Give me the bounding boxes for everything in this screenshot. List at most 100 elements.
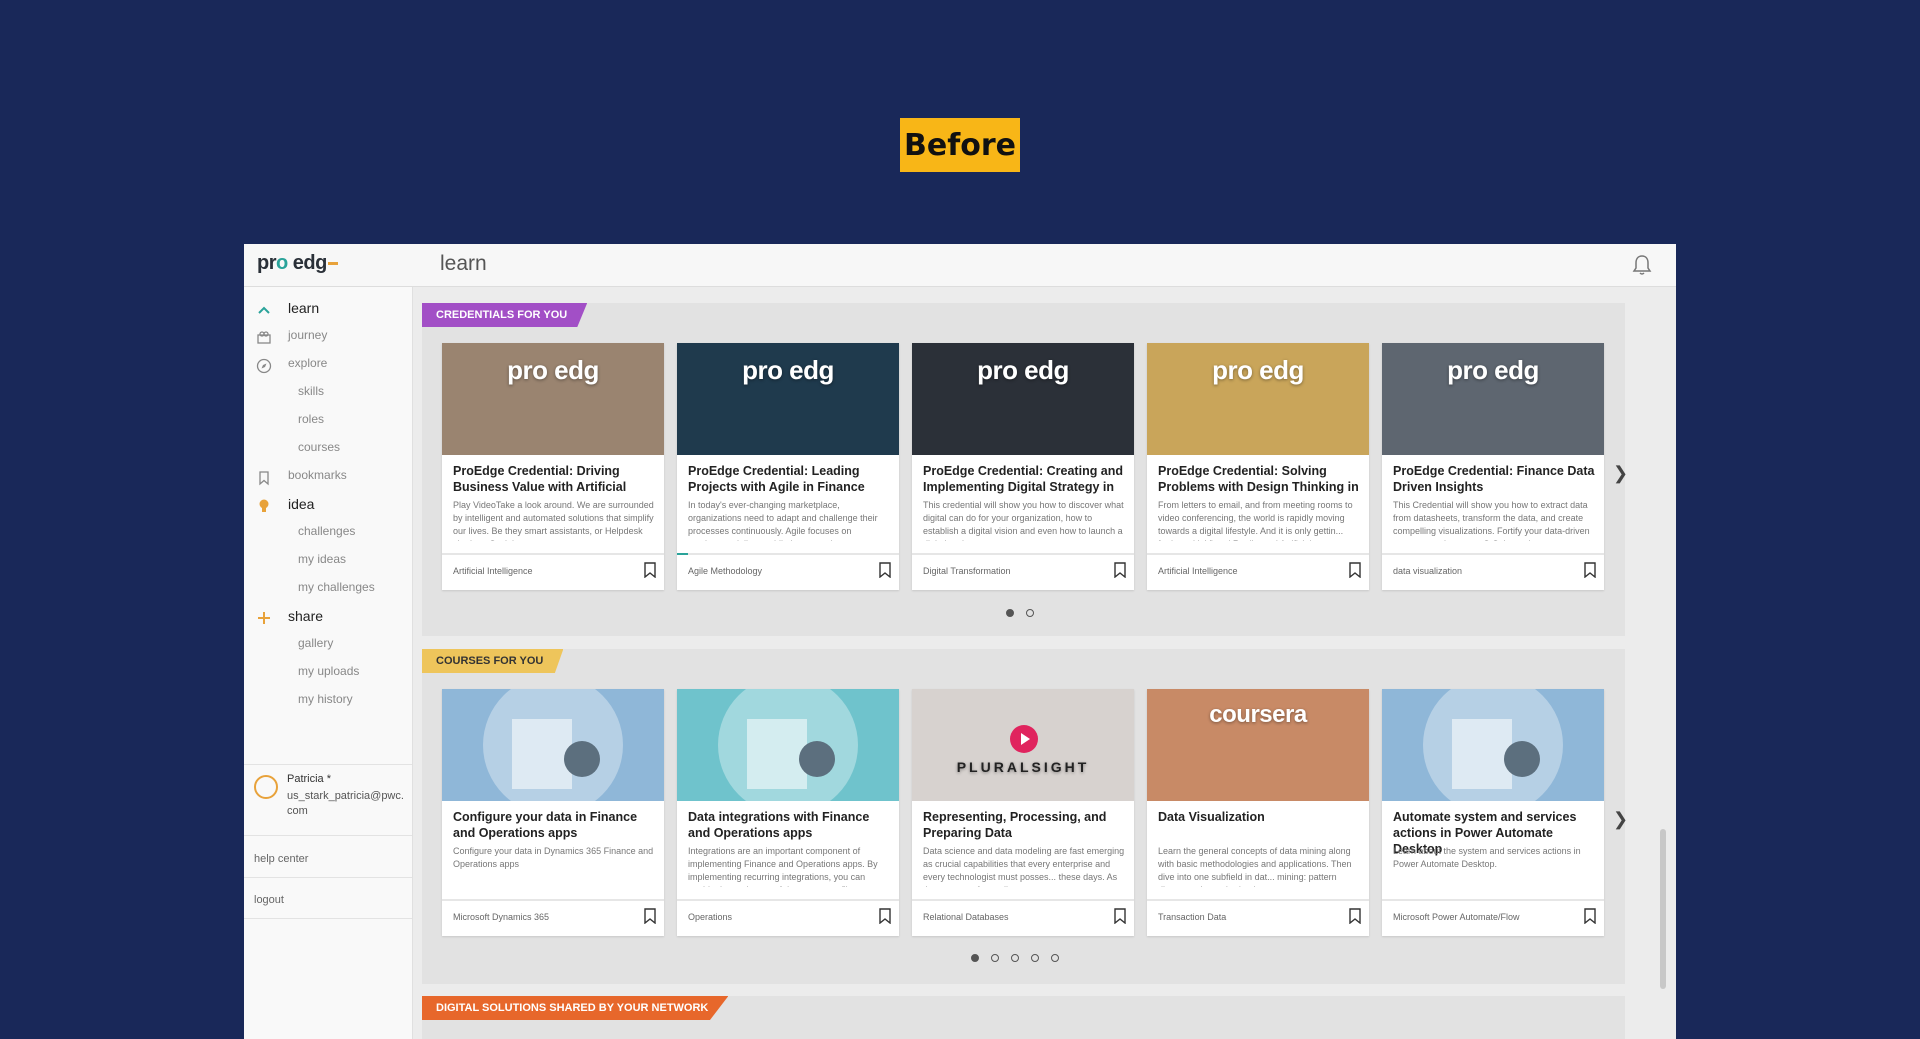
carousel-dot[interactable] <box>971 954 979 962</box>
card-skill-tag: Artificial Intelligence <box>1158 566 1238 576</box>
card-title[interactable]: ProEdge Credential: Solving Problems wit… <box>1158 463 1363 495</box>
sidebar-item-bookmarks[interactable]: bookmarks <box>288 468 347 482</box>
sidebar-item-skills[interactable]: skills <box>298 384 324 398</box>
carousel-dot[interactable] <box>1026 609 1034 617</box>
sidebar-item-challenges[interactable]: challenges <box>298 524 355 538</box>
digital-solutions-tag: DIGITAL SOLUTIONS SHARED BY YOUR NETWORK <box>422 996 729 1020</box>
carousel-dots <box>971 954 1059 962</box>
sidebar-item-roles[interactable]: roles <box>298 412 324 426</box>
card-title[interactable]: ProEdge Credential: Finance Data Driven … <box>1393 463 1598 495</box>
course-card[interactable]: PLURALSIGHT Representing, Processing, and… <box>912 689 1134 936</box>
carousel-dot[interactable] <box>991 954 999 962</box>
credentials-tag: CREDENTIALS FOR YOU <box>422 303 588 327</box>
courses-tag: COURSES FOR YOU <box>422 649 564 673</box>
next-arrow-icon[interactable]: ❯ <box>1613 809 1628 830</box>
sidebar-item-courses[interactable]: courses <box>298 440 340 454</box>
bookmark-icon[interactable] <box>1584 562 1596 579</box>
card-title[interactable]: ProEdge Credential: Driving Business Val… <box>453 463 658 495</box>
course-card[interactable]: pro edg ProEdge Credential: Leading Proje… <box>677 343 899 590</box>
bookmark-icon[interactable] <box>644 908 656 925</box>
thumbnail-brand: pro edg <box>507 355 599 385</box>
bell-icon[interactable] <box>1632 254 1652 276</box>
card-progress-track <box>912 553 1134 555</box>
bookmark-icon[interactable] <box>1114 908 1126 925</box>
card-description: This Credential will show you how to ext… <box>1393 500 1590 541</box>
sidebar-item-my-challenges[interactable]: my challenges <box>298 580 375 594</box>
logo-text-1: pr <box>257 252 277 274</box>
card-skill-tag: Digital Transformation <box>923 566 1011 576</box>
digital-solutions-section: DIGITAL SOLUTIONS SHARED BY YOUR NETWORK <box>422 996 1625 1039</box>
card-progress-track <box>1147 553 1369 555</box>
play-icon <box>1010 725 1038 753</box>
course-card[interactable]: pro edg ProEdge Credential: Driving Busin… <box>442 343 664 590</box>
course-illustration-icon <box>483 689 623 801</box>
card-thumbnail: coursera <box>1147 689 1369 801</box>
sidebar-item-my-history[interactable]: my history <box>298 692 353 706</box>
course-card[interactable]: coursera Data Visualization Learn the gene… <box>1147 689 1369 936</box>
bookmark-icon[interactable] <box>1349 908 1361 925</box>
help-center-link[interactable]: help center <box>254 853 308 865</box>
page-title: learn <box>440 252 487 275</box>
carousel-dot[interactable] <box>1031 954 1039 962</box>
card-thumbnail: pro edg <box>1147 343 1369 455</box>
card-title[interactable]: ProEdge Credential: Leading Projects wit… <box>688 463 893 495</box>
bookmark-icon[interactable] <box>879 908 891 925</box>
course-card[interactable]: pro edg ProEdge Credential: Solving Probl… <box>1147 343 1369 590</box>
sidebar-divider <box>244 918 412 919</box>
card-title[interactable]: Configure your data in Finance and Opera… <box>453 809 658 841</box>
card-title[interactable]: Data Visualization <box>1158 809 1363 825</box>
card-thumbnail <box>442 689 664 801</box>
thumbnail-brand: pro edg <box>1212 355 1304 385</box>
sidebar-item-share[interactable]: share <box>288 608 323 624</box>
card-title[interactable]: Data integrations with Finance and Opera… <box>688 809 893 841</box>
sidebar-item-learn[interactable]: learn <box>288 300 319 316</box>
card-skill-tag: Operations <box>688 912 733 922</box>
top-bar: pro edg learn <box>244 244 1676 287</box>
sidebar-item-my-ideas[interactable]: my ideas <box>298 552 346 566</box>
avatar-icon <box>254 775 278 799</box>
bookmark-icon[interactable] <box>1114 562 1126 579</box>
course-illustration-icon <box>1423 689 1563 801</box>
course-card[interactable]: Configure your data in Finance and Opera… <box>442 689 664 936</box>
card-skill-tag: Artificial Intelligence <box>453 566 533 576</box>
thumbnail-brand: pro edg <box>977 355 1069 385</box>
sidebar: learn journey explore skills roles courses boo… <box>244 287 413 1039</box>
scrollbar[interactable] <box>1660 829 1666 989</box>
sidebar-item-explore[interactable]: explore <box>288 356 327 370</box>
carousel-dot[interactable] <box>1011 954 1019 962</box>
thumbnail-brand: PLURALSIGHT <box>956 759 1090 775</box>
card-title[interactable]: ProEdge Credential: Creating and Impleme… <box>923 463 1128 495</box>
logo-text-3: edg <box>287 252 328 274</box>
bookmark-icon[interactable] <box>1584 908 1596 925</box>
compass-icon <box>256 358 272 374</box>
lightbulb-icon <box>256 498 272 514</box>
card-thumbnail: pro edg <box>1382 343 1604 455</box>
card-description: Data science and data modeling are fast … <box>923 846 1125 887</box>
carousel-dot[interactable] <box>1006 609 1014 617</box>
sidebar-item-my-uploads[interactable]: my uploads <box>298 664 359 678</box>
next-arrow-icon[interactable]: ❯ <box>1613 463 1628 484</box>
course-card[interactable]: pro edg ProEdge Credential: Creating and … <box>912 343 1134 590</box>
card-description: In today's ever-changing marketplace, or… <box>688 500 878 541</box>
card-progress-track <box>442 899 664 901</box>
course-card[interactable]: Automate system and services actions in … <box>1382 689 1604 936</box>
card-description: Learn the general concepts of data minin… <box>1158 846 1352 887</box>
bookmark-icon[interactable] <box>644 562 656 579</box>
bookmark-icon[interactable] <box>1349 562 1361 579</box>
sidebar-item-idea[interactable]: idea <box>288 496 314 512</box>
credentials-section: CREDENTIALS FOR YOU pro edg ProEdge Crede… <box>422 303 1628 636</box>
card-description: From letters to email, and from meeting … <box>1158 500 1353 541</box>
logo-dash <box>327 262 338 266</box>
bookmark-icon[interactable] <box>879 562 891 579</box>
course-card[interactable]: Data integrations with Finance and Opera… <box>677 689 899 936</box>
carousel-dot[interactable] <box>1051 954 1059 962</box>
sidebar-item-journey[interactable]: journey <box>288 328 327 342</box>
sidebar-item-gallery[interactable]: gallery <box>298 636 333 650</box>
card-description: Configure your data in Dynamics 365 Fina… <box>453 846 654 869</box>
course-card[interactable]: pro edg ProEdge Credential: Finance Data … <box>1382 343 1604 590</box>
logout-link[interactable]: logout <box>254 894 284 906</box>
card-description: Play VideoTake a look around. We are sur… <box>453 500 654 541</box>
proedge-logo[interactable]: pro edg <box>257 252 338 275</box>
card-title[interactable]: Representing, Processing, and Preparing … <box>923 809 1128 841</box>
card-description: This credential will show you how to dis… <box>923 500 1124 541</box>
